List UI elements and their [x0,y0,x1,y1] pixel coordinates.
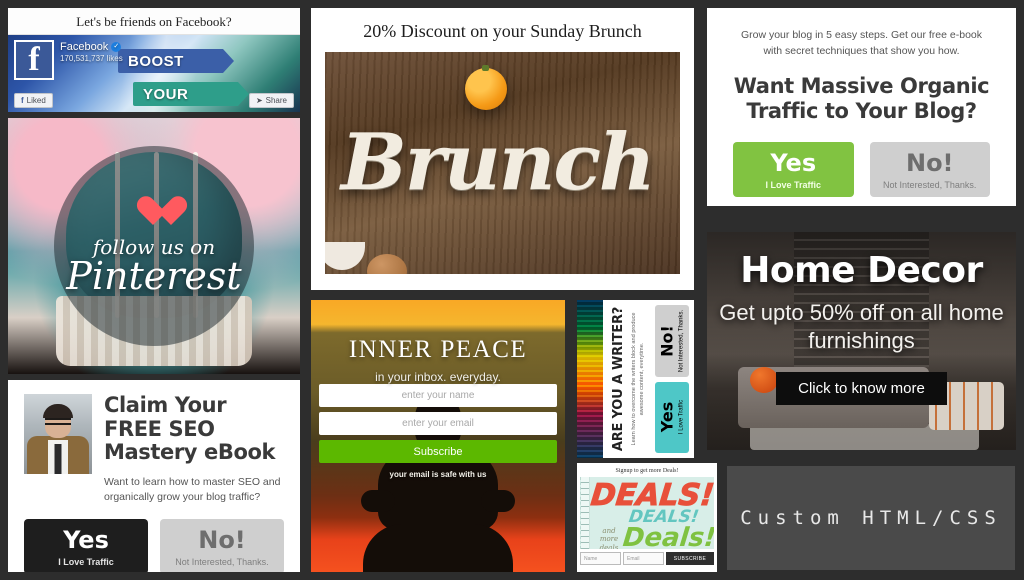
cover-text-line-2: YOUR [143,85,189,103]
brunch-photo-word: Brunch [341,117,656,208]
brunch-photo: Brunch [325,52,680,274]
traffic-yes-sublabel: I Love Traffic [765,179,822,190]
brown-egg [367,254,407,274]
brunch-title: 20% Discount on your Sunday Brunch [363,21,642,41]
traffic-button-row: Yes I Love Traffic No! Not Interested, T… [733,141,990,197]
inner-peace-content: INNER PEACE in your inbox. everyday. ent… [311,300,565,572]
facebook-share-button[interactable]: ➤ Share [248,93,294,108]
facebook-like-count: 170,531,737 likes [60,54,123,63]
seo-no-button[interactable]: No! Not Interested, Thanks. [160,518,284,572]
writer-button-row: Yes I Love Traffic No! Not Interested, T… [655,300,694,458]
seo-no-sublabel: Not Interested, Thanks. [175,556,269,567]
writer-no-sublabel: Not Interested, Thanks. [678,309,685,372]
inner-peace-title: INNER PEACE [348,336,528,363]
deals-art-word-3: Deals! [621,523,714,549]
writer-optin-panel[interactable]: ARE YOU A WRITER? Learn how to overcome … [577,300,694,458]
writer-subtext: Learn how to overcome the writers block … [631,312,646,446]
seo-panel-header: Claim Your FREE SEO Mastery eBook Want t… [24,393,284,505]
pinterest-optin-panel[interactable]: follow us on Pinterest [8,118,300,374]
deals-subscribe-button[interactable]: SUBSCRIBE [666,552,714,565]
seo-subtext: Want to learn how to master SEO and orga… [104,475,281,503]
baguette [547,199,680,274]
heart-icon [137,197,171,227]
facebook-share-label: Share [265,96,287,105]
writer-yes-button[interactable]: Yes I Love Traffic [655,381,689,453]
writer-no-label: No! [657,324,677,357]
ruler-graphic [581,477,590,549]
cover-text-line-1: BOOST [128,52,184,70]
deals-optin-panel[interactable]: Signup to get more Deals! DEALS! DEALS! … [577,463,717,572]
traffic-no-sublabel: Not Interested, Thanks. [883,179,977,190]
inner-peace-name-input[interactable]: enter your name [319,384,557,407]
facebook-page-meta: Facebook ✓ 170,531,737 likes [60,41,123,63]
home-decor-subtitle: Get upto 50% off on all home furnishings [719,300,1004,353]
facebook-page-name-row: Facebook ✓ [60,41,123,53]
deals-email-input[interactable]: Email [623,552,664,565]
share-arrow-icon: ➤ [255,96,263,105]
inner-peace-subtitle: in your inbox. everyday. [375,370,501,384]
pinterest-overlay: follow us on Pinterest [54,146,254,346]
inner-peace-safety-note: your email is safe with us [389,470,487,479]
traffic-headline: Want Massive Organic Traffic to Your Blo… [733,73,990,123]
cover-arrow-your: YOUR [133,82,249,106]
home-decor-content: Home Decor Get upto 50% off on all home … [707,232,1016,450]
pinterest-network-name: Pinterest [66,254,242,298]
inner-peace-optin-panel[interactable]: INNER PEACE in your inbox. everyday. ent… [311,300,565,572]
seo-copy: Claim Your FREE SEO Mastery eBook Want t… [104,393,284,505]
seo-ebook-optin-panel[interactable]: Claim Your FREE SEO Mastery eBook Want t… [8,380,300,572]
seo-headline: Claim Your FREE SEO Mastery eBook [104,393,276,465]
seo-button-row: Yes I Love Traffic No! Not Interested, T… [24,518,284,572]
seo-yes-sublabel: I Love Traffic [58,556,114,567]
inner-peace-subscribe-button[interactable]: Subscribe [319,440,557,463]
facebook-f-icon: f [21,96,24,105]
writer-card: ARE YOU A WRITER? Learn how to overcome … [603,300,694,458]
orange-fruit [465,65,507,110]
home-decor-cta-button[interactable]: Click to know more [776,372,947,405]
deals-header: Signup to get more Deals! [615,468,679,474]
seo-no-label: No! [198,525,246,554]
inner-peace-email-input[interactable]: enter your email [319,412,557,435]
writer-yes-sublabel: I Love Traffic [678,400,685,435]
template-gallery: Let's be friends on Facebook? BOOST YOUR… [0,0,1024,580]
writer-side-image [577,300,603,458]
verified-badge-icon: ✓ [111,42,122,52]
traffic-subtext: Grow your blog in 5 easy steps. Get our … [740,29,983,57]
facebook-panel-title: Let's be friends on Facebook? [8,8,300,35]
facebook-optin-panel[interactable]: Let's be friends on Facebook? BOOST YOUR… [8,8,300,112]
cover-arrow-boost: BOOST [118,49,234,73]
traffic-no-button[interactable]: No! Not Interested, Thanks. [869,141,990,197]
facebook-page-name: Facebook [60,41,109,53]
custom-html-css-label: Custom HTML/CSS [740,507,1002,529]
home-decor-promo-panel[interactable]: Home Decor Get upto 50% off on all home … [707,232,1016,450]
facebook-liked-label: Liked [26,96,46,105]
seo-yes-button[interactable]: Yes I Love Traffic [24,518,148,572]
deals-name-input[interactable]: Name [580,552,621,565]
author-avatar [24,394,92,474]
facebook-liked-button[interactable]: f Liked [14,93,53,108]
deals-signup-form: Name Email SUBSCRIBE [580,552,714,565]
facebook-logo-icon: f [14,40,54,80]
seo-yes-label: Yes [63,525,109,554]
brunch-promo-panel[interactable]: 20% Discount on your Sunday Brunch Brunc… [311,8,694,290]
custom-html-css-panel[interactable]: Custom HTML/CSS [727,466,1015,570]
traffic-no-label: No! [905,148,954,177]
writer-headline: ARE YOU A WRITER? [611,306,627,452]
writer-yes-label: Yes [657,402,677,433]
facebook-cover-photo: BOOST YOUR f Facebook ✓ 170,531,737 like… [8,35,300,112]
traffic-yes-label: Yes [770,148,817,177]
home-decor-title: Home Decor [740,250,983,291]
egg-shell [325,242,365,270]
deals-artwork: DEALS! DEALS! and more deals Deals! [580,477,714,549]
writer-copy: ARE YOU A WRITER? Learn how to overcome … [603,300,655,458]
traffic-yes-button[interactable]: Yes I Love Traffic [733,141,854,197]
organic-traffic-optin-panel[interactable]: Grow your blog in 5 easy steps. Get our … [707,8,1016,206]
writer-no-button[interactable]: No! Not Interested, Thanks. [655,305,689,377]
deals-art-word-4: and more deals [599,527,619,549]
